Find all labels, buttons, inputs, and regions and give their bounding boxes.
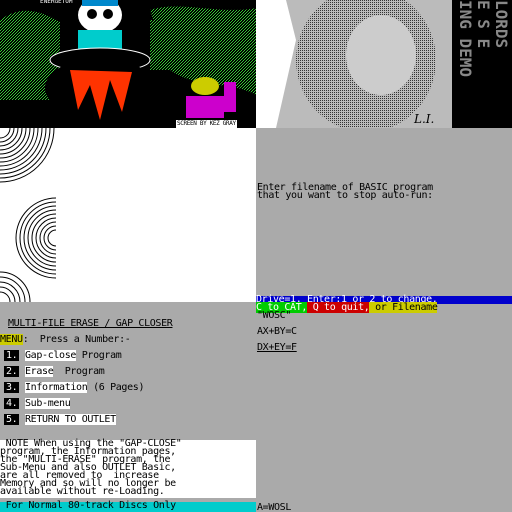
note-box: NOTE When using the "GAP-CLOSE" program,…	[0, 439, 256, 498]
menu-item-label: Gap-close	[25, 350, 77, 361]
digitised-demo-screen: LORDS E S E ING DEMO L.I.	[256, 0, 512, 128]
moire-pattern-art	[0, 128, 56, 302]
cauldron-illustration: ENERGETUM	[0, 0, 256, 120]
menu-item-rest: Program	[53, 366, 105, 377]
menu-item-number: 1.	[4, 350, 20, 361]
menu-item-sub-menu[interactable]: 4. Sub-menu	[4, 398, 71, 409]
menu-item-number: 4.	[4, 398, 20, 409]
axby-equation: AX+BY=C	[257, 326, 297, 337]
menu-item-label: Erase	[25, 366, 54, 377]
footer-bar: For Normal 80-track Discs Only	[0, 501, 256, 512]
cauldron-screen: ENERGETUM SCREEN BY KEZ GRAY	[0, 0, 256, 128]
blank-panel	[56, 128, 256, 302]
menu-title: MULTI-FILE ERASE / GAP CLOSER	[8, 318, 173, 329]
menu-item-rest: (6 Pages)	[87, 382, 145, 393]
menu-item-label: Sub-menu	[25, 398, 71, 409]
note-line: available without re-Loading.	[0, 486, 165, 497]
menu-item-rest: Program	[76, 350, 122, 361]
menu-item-label: Information	[25, 382, 88, 393]
menu-item-information[interactable]: 3. Information (6 Pages)	[4, 382, 145, 393]
menu-item-gap-close[interactable]: 1. Gap-close Program	[4, 350, 122, 361]
filename-command[interactable]: or Filename	[369, 302, 438, 313]
awosl-variable: A=WOSL	[257, 502, 292, 512]
menu-item-label: RETURN TO OUTLET	[25, 414, 116, 425]
menu-label: MENU	[0, 334, 23, 345]
menu-item-number: 3.	[4, 382, 20, 393]
screen-credit: SCREEN BY KEZ GRAY	[176, 120, 237, 128]
command-bar: C to CAT, Q to quit, or Filename	[256, 302, 512, 313]
moire-pattern	[0, 128, 56, 302]
basic-prompt-line2: that you want to stop auto-run:	[257, 190, 433, 201]
menu-prompt-text: : Press a Number:-	[22, 334, 131, 345]
top-caption: ENERGETUM	[40, 0, 73, 5]
wosc-variable: "WOSC"	[257, 310, 292, 321]
menu-item-number: 2.	[4, 366, 20, 377]
menu-item-return-to-outlet[interactable]: 5. RETURN TO OUTLET	[4, 414, 116, 425]
demo-signature: L.I.	[414, 112, 435, 126]
menu-prompt: MENU: Press a Number:-	[0, 334, 131, 345]
menu-item-erase[interactable]: 2. Erase Program	[4, 366, 105, 377]
dxey-equation: DX+EY=F	[257, 342, 297, 353]
quit-command[interactable]: Q to quit,	[307, 302, 370, 313]
demo-side-text: LORDS E S E ING DEMO	[456, 0, 511, 77]
menu-item-number: 5.	[4, 414, 20, 425]
